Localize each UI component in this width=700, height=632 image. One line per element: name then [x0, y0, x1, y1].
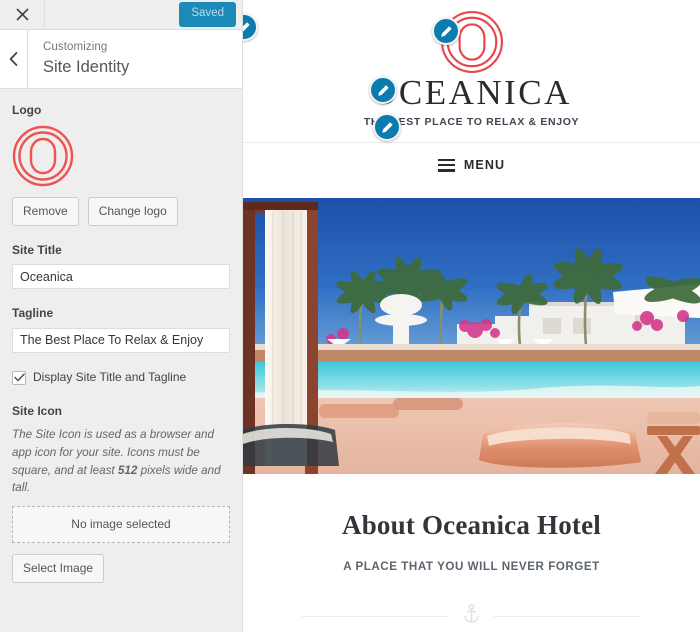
page-title: Site Identity	[43, 57, 130, 76]
edit-logo-shortcut[interactable]	[432, 17, 460, 45]
anchor-icon	[463, 603, 480, 628]
site-title-display: OCEANICA	[371, 73, 572, 112]
site-nav-bar: MENU	[243, 141, 700, 188]
site-icon-control: Site Icon The Site Icon is used as a bro…	[12, 404, 230, 584]
site-title-input[interactable]	[12, 264, 230, 290]
site-icon-desc-size: 512	[117, 463, 138, 477]
logo-preview	[12, 125, 230, 187]
logo-label: Logo	[12, 103, 42, 117]
customizer-app: Saved Customizing Site Identity Logo Rem…	[0, 0, 700, 632]
site-icon-description: The Site Icon is used as a browser and a…	[12, 426, 230, 497]
site-title-control: Site Title	[12, 243, 230, 290]
controls-panel: Logo Remove Change logo Site Title Ocean…	[0, 89, 242, 632]
site-tagline-display: THE BEST PLACE TO RELAX & ENJOY	[363, 115, 580, 128]
site-icon-empty-state[interactable]: No image selected	[12, 506, 230, 544]
site-icon-label: Site Icon	[12, 404, 63, 419]
section-divider	[243, 603, 700, 628]
tagline-input[interactable]	[12, 327, 230, 353]
hamburger-icon[interactable]	[437, 158, 455, 172]
select-image-button[interactable]: Select Image	[12, 554, 105, 584]
display-title-tagline-checkbox[interactable]	[12, 370, 26, 385]
remove-logo-button[interactable]: Remove	[12, 196, 79, 226]
logo-control: Logo Remove Change logo	[12, 103, 230, 226]
site-header: OCEANICA THE BEST PLACE TO RELAX & ENJOY…	[243, 0, 700, 198]
pencil-icon	[377, 84, 389, 96]
customizing-eyebrow: Customizing	[43, 41, 108, 54]
customizer-topbar: Saved	[0, 0, 242, 30]
pencil-icon	[381, 121, 393, 133]
about-subheading: A PLACE THAT YOU WILL NEVER FORGET	[343, 560, 600, 573]
display-title-tagline-row: Display Site Title and Tagline	[12, 370, 230, 386]
customizer-sidebar: Saved Customizing Site Identity Logo Rem…	[0, 0, 243, 632]
site-branding: OCEANICA THE BEST PLACE TO RELAX & ENJOY	[243, 73, 700, 128]
hero-image	[243, 198, 700, 474]
about-section: About Oceanica Hotel A PLACE THAT YOU WI…	[243, 474, 700, 628]
divider-line-right	[494, 615, 641, 617]
edit-site-title-shortcut[interactable]	[369, 76, 397, 104]
about-heading: About Oceanica Hotel	[342, 510, 601, 540]
saved-button[interactable]: Saved	[179, 2, 236, 27]
site-preview-pane[interactable]: OCEANICA THE BEST PLACE TO RELAX & ENJOY…	[243, 0, 700, 632]
menu-toggle-label[interactable]: MENU	[464, 158, 505, 172]
site-title-label: Site Title	[12, 242, 62, 257]
edit-tagline-shortcut[interactable]	[373, 113, 401, 141]
display-title-tagline-label[interactable]: Display Site Title and Tagline	[33, 370, 186, 386]
close-icon[interactable]	[0, 0, 45, 29]
checkmark-icon	[13, 373, 25, 382]
tagline-label: Tagline	[12, 306, 54, 321]
site-logo-wrap	[243, 10, 700, 74]
pencil-icon	[440, 25, 452, 37]
pencil-icon	[243, 21, 250, 31]
oceanica-logo-icon	[12, 125, 74, 186]
change-logo-button[interactable]: Change logo	[87, 196, 178, 226]
customizer-header: Customizing Site Identity	[0, 30, 242, 89]
back-button[interactable]	[0, 30, 28, 88]
header-titles: Customizing Site Identity	[28, 30, 129, 88]
tagline-control: Tagline	[12, 306, 230, 353]
divider-line-left	[302, 615, 449, 617]
logo-buttons: Remove Change logo	[12, 196, 230, 226]
